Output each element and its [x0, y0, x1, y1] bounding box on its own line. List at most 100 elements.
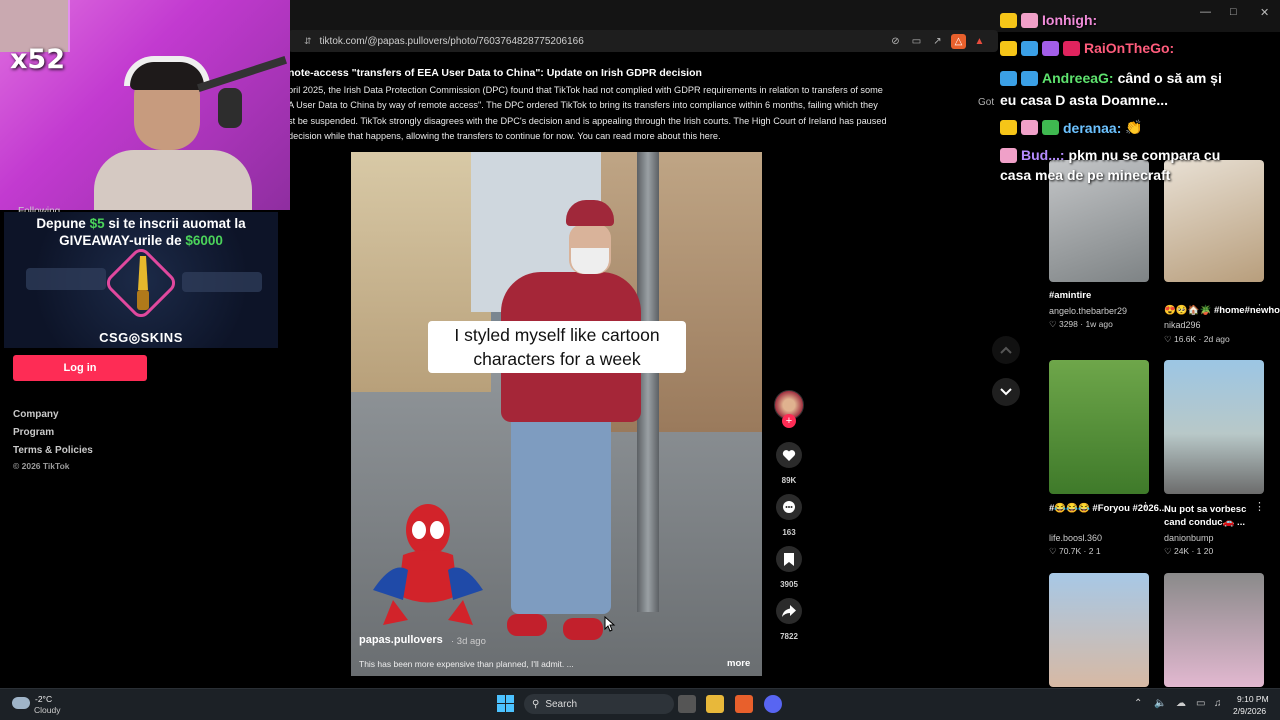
file-explorer-icon[interactable]: [706, 695, 724, 713]
login-button[interactable]: Log in: [13, 355, 147, 381]
rewards-icon[interactable]: ▲: [972, 34, 987, 49]
program-link[interactable]: Program: [13, 427, 54, 438]
video-stats: ♡ 70.7K · 2 1: [1049, 546, 1101, 556]
video-thumbnail[interactable]: [1164, 573, 1264, 687]
more-options-icon[interactable]: ⋮: [1140, 500, 1151, 513]
post-description: This has been more expensive than planne…: [359, 659, 574, 669]
promo-line-1: Depune $5 si te inscrii auomat la: [4, 216, 278, 231]
task-view-icon[interactable]: [678, 695, 696, 713]
video-thumbnail[interactable]: [1164, 160, 1264, 282]
promo-line-2: GIVEAWAY-urile de $6000: [4, 233, 278, 248]
post-photo[interactable]: [351, 152, 762, 676]
search-label: Search: [545, 698, 578, 710]
chevron-up-icon[interactable]: ⌃: [1134, 698, 1142, 709]
microphone: [218, 88, 242, 128]
video-stats: ♡ 16.6K · 2d ago: [1164, 334, 1230, 344]
chat-username[interactable]: deranaa:: [1063, 120, 1121, 136]
chevron-up-icon: [1000, 346, 1012, 354]
video-author[interactable]: angelo.thebarber29: [1049, 306, 1127, 316]
gdpr-line: decision while that happens, allowing th…: [288, 130, 721, 141]
next-post-button[interactable]: [992, 378, 1020, 406]
windows-logo-icon: [506, 695, 514, 703]
rifle-image: [26, 268, 106, 290]
chat-message: Bud...: pkm nu se compara cu: [1000, 147, 1220, 163]
user-badge-icon: [1021, 70, 1038, 86]
chat-message: Ionhigh:: [1000, 12, 1097, 28]
brave-browser-icon[interactable]: [735, 695, 753, 713]
company-link[interactable]: Company: [13, 409, 59, 420]
more-options-icon[interactable]: ⋮: [1254, 500, 1265, 513]
share-icon[interactable]: ↗: [930, 34, 945, 49]
post-age: · 3d ago: [451, 636, 486, 647]
chat-username[interactable]: Ionhigh:: [1042, 12, 1097, 28]
video-title[interactable]: Nu pot sa vorbesc cand conduc🚗 ...: [1164, 503, 1262, 529]
brave-shield-icon[interactable]: △: [951, 34, 966, 49]
cloud-tray-icon[interactable]: ☁: [1176, 698, 1186, 709]
chat-username[interactable]: AndreeaG:: [1042, 70, 1114, 86]
user-badge-icon: [1021, 120, 1038, 135]
heart-icon: [782, 449, 796, 461]
speaker-icon[interactable]: 🔈: [1154, 698, 1166, 709]
gdpr-got-it-button[interactable]: Got: [978, 97, 994, 108]
bookmark-icon: [784, 552, 794, 566]
gdpr-line: st be suspended. TikTok strongly disagre…: [288, 115, 887, 126]
cloud-icon[interactable]: [12, 697, 30, 709]
save-count: 3905: [780, 580, 798, 589]
minimize-icon[interactable]: —: [1200, 6, 1211, 18]
streamer-body: [94, 150, 252, 210]
comment-icon: [783, 501, 795, 513]
crown-badge-icon: [1000, 40, 1017, 56]
author-name[interactable]: papas.pullovers: [359, 634, 443, 646]
weather-condition[interactable]: Cloudy: [34, 705, 60, 715]
site-info-icon[interactable]: ⇵: [304, 36, 312, 47]
clock-time[interactable]: 9:10 PM: [1237, 694, 1269, 704]
chat-username[interactable]: RaiOnTheGo:: [1084, 40, 1174, 56]
terms-policies-link[interactable]: Terms & Policies: [13, 445, 93, 456]
crown-badge-icon: [1000, 120, 1017, 135]
video-thumbnail[interactable]: [1049, 360, 1149, 494]
start-button[interactable]: [497, 695, 515, 713]
clock-date[interactable]: 2/9/2026: [1233, 706, 1266, 716]
browser-tab-strip: [288, 0, 1280, 32]
extension-icon[interactable]: ⊘: [888, 34, 903, 49]
chat-message-continued: eu casa D asta Doamne...: [1000, 92, 1168, 108]
chat-message: deranaa: 👏: [1000, 119, 1143, 136]
gdpr-line: pril 2025, the Irish Data Protection Com…: [288, 85, 883, 96]
volume-icon[interactable]: ♫: [1214, 698, 1222, 709]
user-badge-icon: [1000, 147, 1017, 163]
monitor-icon[interactable]: ▭: [1196, 698, 1205, 709]
video-author[interactable]: danionbump: [1164, 533, 1214, 543]
comment-button[interactable]: [776, 494, 802, 520]
chat-username[interactable]: Bud...:: [1021, 147, 1065, 163]
close-icon[interactable]: ✕: [1260, 6, 1269, 19]
more-link[interactable]: more: [727, 658, 750, 669]
save-button[interactable]: [776, 546, 802, 572]
mouse-cursor-icon: [604, 616, 616, 632]
share-button[interactable]: [776, 598, 802, 624]
browser-toolbar: ⊘ ▭ ↗ △ ▲: [888, 34, 987, 49]
windows-logo-icon: [497, 695, 505, 703]
video-thumbnail[interactable]: [1049, 573, 1149, 687]
video-thumbnail[interactable]: [1164, 360, 1264, 494]
csgoskins-logo: CSG◎SKINS: [99, 330, 183, 345]
follow-plus-icon[interactable]: +: [782, 414, 796, 428]
like-button[interactable]: [776, 442, 802, 468]
previous-post-button[interactable]: [992, 336, 1020, 364]
cast-icon[interactable]: ▭: [909, 34, 924, 49]
video-title[interactable]: #amintire: [1049, 290, 1091, 301]
knife-icon: [137, 256, 149, 310]
share-count: 7822: [780, 632, 798, 641]
promo-prize-amount: $6000: [185, 233, 223, 248]
weather-temperature[interactable]: -2°C: [35, 694, 52, 704]
search-icon: ⚲: [532, 698, 540, 710]
user-badge-icon: [1021, 12, 1038, 28]
moderator-badge-icon: [1000, 70, 1017, 86]
video-author[interactable]: nikad296: [1164, 320, 1201, 330]
video-author[interactable]: life.boosl.360: [1049, 533, 1102, 543]
user-badge-icon: [1042, 120, 1059, 135]
discord-icon[interactable]: [764, 695, 782, 713]
maximize-icon[interactable]: □: [1230, 6, 1237, 18]
taskbar-search[interactable]: ⚲ Search: [524, 694, 674, 714]
more-options-icon[interactable]: ⋮: [1254, 302, 1265, 315]
copyright: © 2026 TikTok: [13, 461, 70, 471]
